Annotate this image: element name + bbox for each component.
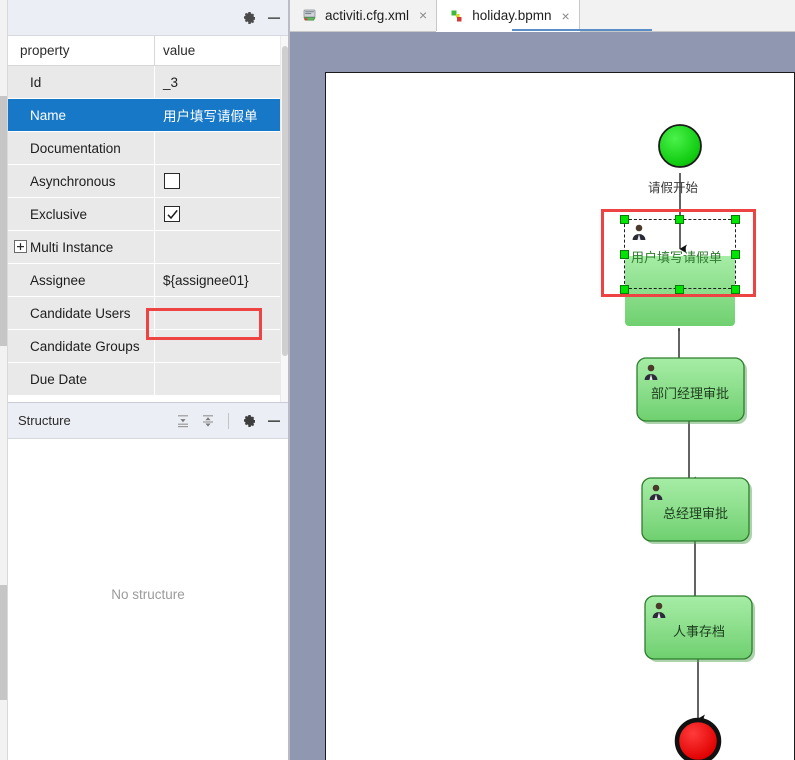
minimize-icon[interactable]	[266, 10, 282, 26]
editor-area: activiti.cfg.xml × holiday.bpmn × 请假开始 用…	[290, 0, 795, 760]
toolbar-separator	[228, 413, 229, 429]
resize-handle-w[interactable]	[620, 250, 629, 259]
start-event-label: 请假开始	[648, 181, 699, 195]
expand-all-icon[interactable]	[175, 413, 191, 429]
checkbox-checked-icon[interactable]	[164, 206, 180, 222]
column-header-property[interactable]: property	[8, 36, 154, 65]
property-name-cell[interactable]: Candidate Groups	[8, 330, 154, 362]
resize-handle-n[interactable]	[675, 215, 684, 224]
task3-label: 总经理审批	[663, 506, 729, 521]
property-row[interactable]: Documentation	[8, 132, 280, 165]
resize-handle-ne[interactable]	[731, 215, 740, 224]
checkbox-unchecked-icon[interactable]	[164, 173, 180, 189]
resize-handle-nw[interactable]	[620, 215, 629, 224]
resize-handle-se[interactable]	[731, 285, 740, 294]
edge-scrollbar-thumb-lower[interactable]	[0, 585, 7, 700]
property-row[interactable]: Multi Instance	[8, 231, 280, 264]
collapse-all-icon[interactable]	[200, 413, 216, 429]
property-value-cell[interactable]	[154, 231, 280, 263]
bpmn-canvas[interactable]: 请假开始 用户填写请假单 部门经理审批 总经理审批 人事存档 请假结束	[325, 72, 795, 760]
properties-panel: property value Id _3 Name 用户填写请假单 Documentatio…	[8, 0, 288, 402]
property-row[interactable]: Id _3	[8, 66, 280, 99]
expand-plus-icon[interactable]	[14, 240, 27, 253]
tab-label: holiday.bpmn	[472, 8, 552, 23]
property-name-cell[interactable]: Due Date	[8, 363, 154, 395]
property-name-cell[interactable]: Name	[8, 99, 154, 131]
property-value-cell[interactable]	[154, 132, 280, 164]
close-icon[interactable]: ×	[562, 9, 570, 23]
structure-panel-title: Structure	[18, 413, 71, 428]
properties-grid-body: property value Id _3 Name 用户填写请假单 Documentatio…	[8, 36, 280, 396]
property-value-cell[interactable]: ${assignee01}	[154, 264, 280, 296]
close-icon[interactable]: ×	[419, 8, 427, 22]
property-name-cell[interactable]: Candidate Users	[8, 297, 154, 329]
properties-panel-toolbar	[241, 0, 282, 36]
gear-icon[interactable]	[241, 10, 257, 26]
bpmn-graphics	[625, 124, 755, 760]
property-name-cell[interactable]: Documentation	[8, 132, 154, 164]
task2-label: 部门经理审批	[651, 386, 730, 401]
structure-empty-message: No structure	[111, 587, 185, 602]
task1-label: 用户填写请假单	[631, 250, 723, 265]
resize-handle-sw[interactable]	[620, 285, 629, 294]
editor-tabbar: activiti.cfg.xml × holiday.bpmn ×	[290, 0, 795, 32]
property-row[interactable]: Assignee ${assignee01}	[8, 264, 280, 297]
task4-label: 人事存档	[673, 624, 726, 639]
property-value-cell[interactable]: _3	[154, 66, 280, 98]
xml-file-icon	[302, 7, 318, 23]
property-name-cell[interactable]: Asynchronous	[8, 165, 154, 197]
active-tab-underline	[512, 29, 652, 31]
properties-grid: property value Id _3 Name 用户填写请假单 Documentatio…	[8, 36, 288, 402]
properties-panel-header	[8, 0, 288, 36]
structure-panel-body: No structure	[8, 439, 288, 760]
left-dock: property value Id _3 Name 用户填写请假单 Documentatio…	[8, 0, 288, 760]
structure-panel-toolbar	[175, 403, 282, 439]
property-value-cell[interactable]	[154, 330, 280, 362]
property-value-cell[interactable]	[154, 198, 280, 230]
property-value-cell[interactable]: 用户填写请假单	[154, 99, 280, 131]
structure-panel: Structure No structure	[8, 402, 288, 760]
left-edge-strip	[0, 0, 8, 760]
tab-holiday-bpmn[interactable]: holiday.bpmn ×	[436, 0, 580, 31]
user-task-person-icon	[642, 363, 660, 381]
property-name-cell[interactable]: Id	[8, 66, 154, 98]
column-header-value[interactable]: value	[154, 36, 280, 65]
edge-scrollbar-thumb-upper[interactable]	[0, 96, 7, 346]
user-task-person-icon	[647, 483, 665, 501]
properties-grid-header-row: property value	[8, 36, 280, 66]
user-task-person-icon	[650, 601, 668, 619]
property-row[interactable]: Name 用户填写请假单	[8, 99, 280, 132]
property-row[interactable]: Candidate Groups	[8, 330, 280, 363]
resize-handle-s[interactable]	[675, 285, 684, 294]
properties-grid-scrollbar[interactable]	[280, 36, 288, 402]
ide-window: property value Id _3 Name 用户填写请假单 Documentatio…	[0, 0, 795, 760]
property-value-cell[interactable]	[154, 363, 280, 395]
property-name-cell[interactable]: Exclusive	[8, 198, 154, 230]
property-row[interactable]: Exclusive	[8, 198, 280, 231]
minimize-icon[interactable]	[266, 413, 282, 429]
property-name-cell[interactable]: Multi Instance	[8, 231, 154, 263]
bpmn-file-icon	[449, 8, 465, 24]
property-value-cell[interactable]	[154, 165, 280, 197]
structure-panel-header: Structure	[8, 403, 288, 439]
property-name-cell[interactable]: Assignee	[8, 264, 154, 296]
user-task-person-icon	[630, 223, 648, 241]
property-value-cell[interactable]	[154, 297, 280, 329]
property-row[interactable]: Due Date	[8, 363, 280, 396]
diagram-viewport[interactable]: 请假开始 用户填写请假单 部门经理审批 总经理审批 人事存档 请假结束	[290, 32, 795, 760]
tab-activiti-cfg-xml[interactable]: activiti.cfg.xml ×	[290, 0, 437, 31]
tab-label: activiti.cfg.xml	[325, 7, 410, 23]
gear-icon[interactable]	[241, 413, 257, 429]
resize-handle-e[interactable]	[731, 250, 740, 259]
property-row[interactable]: Candidate Users	[8, 297, 280, 330]
property-row[interactable]: Asynchronous	[8, 165, 280, 198]
